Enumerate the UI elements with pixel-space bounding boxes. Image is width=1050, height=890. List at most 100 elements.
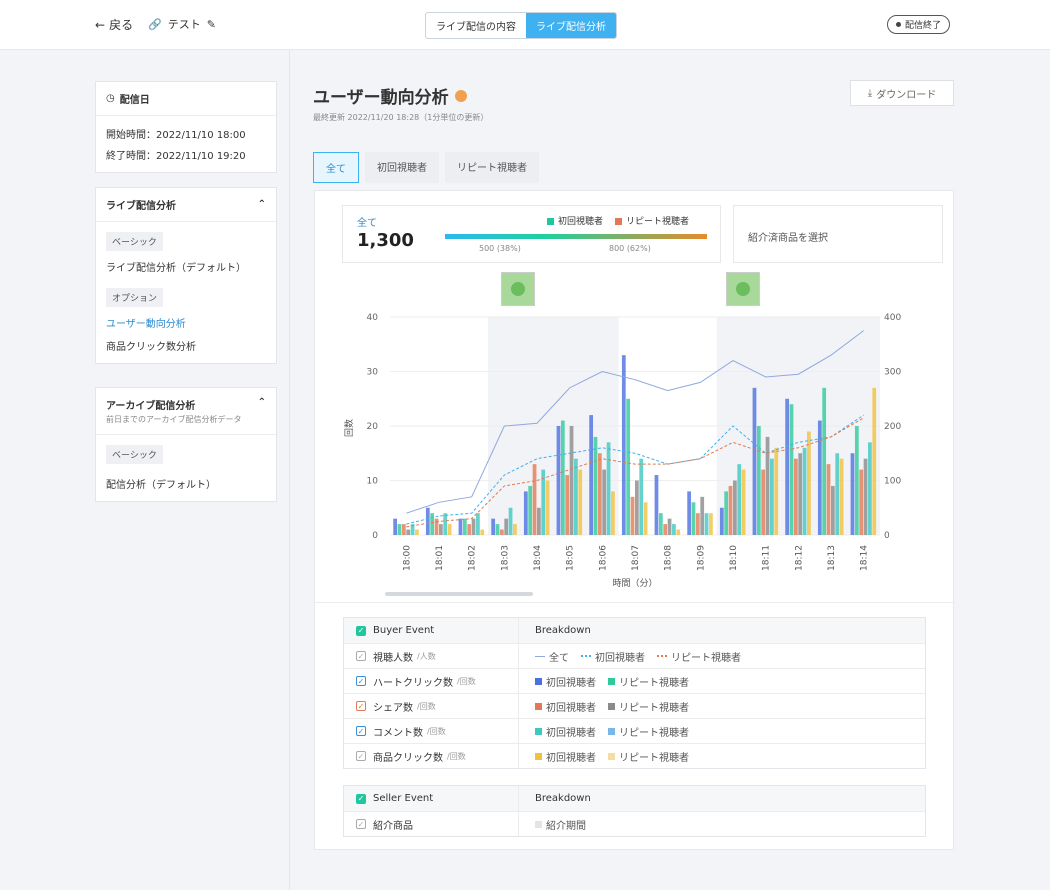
row-unit: /人数 <box>417 651 436 661</box>
row-unit: /回数 <box>457 676 476 686</box>
bar <box>700 496 705 535</box>
chevron-up-icon[interactable]: ⌃ <box>258 199 266 210</box>
bar <box>467 524 472 535</box>
tab-all[interactable]: 全て <box>313 152 359 183</box>
page-title: ユーザー動向分析 <box>313 83 467 108</box>
viewer-share-bar <box>445 234 707 239</box>
bar <box>868 442 872 535</box>
x-tick-label: 18:14 <box>860 545 870 571</box>
back-button[interactable]: ← 戻る <box>95 16 133 33</box>
bar <box>491 518 496 535</box>
bar <box>733 480 737 535</box>
sidebar-item-user-trend[interactable]: ユーザー動向分析 <box>106 315 266 330</box>
date-card-title: ◷ 配信日 <box>106 91 150 106</box>
x-tick-label: 18:04 <box>533 545 543 571</box>
legend-repeat: リピート視聴者 <box>608 674 689 689</box>
archive-analysis-card: アーカイブ配信分析 前日までのアーカイブ配信分析データ ⌃ ベーシック 配信分析… <box>95 387 277 502</box>
bar-swatch <box>608 677 615 685</box>
bar <box>839 458 844 535</box>
y2-axis-label: 人数 <box>919 419 920 437</box>
bar <box>397 524 402 535</box>
bar <box>798 453 803 535</box>
bar <box>430 513 435 535</box>
bar <box>802 447 807 535</box>
bar <box>691 502 696 535</box>
comment-checkbox[interactable]: ✓ <box>356 726 366 736</box>
table-header: ✓ Buyer Event Breakdown <box>344 618 925 643</box>
bar <box>401 524 406 535</box>
bar <box>597 453 602 535</box>
legend-repeat-label: リピート視聴者 <box>626 217 690 227</box>
legend-first-label: 初回視聴者 <box>546 727 596 739</box>
breakdown-header: Breakdown <box>535 625 591 636</box>
status-dot-icon <box>896 22 901 27</box>
bar <box>508 507 513 535</box>
live-analysis-card-header[interactable]: ライブ配信分析 ⌃ <box>96 188 276 222</box>
bar <box>621 355 626 535</box>
bar <box>695 513 700 535</box>
row-label: ハートクリック数 <box>373 677 453 689</box>
heart-click-checkbox[interactable]: ✓ <box>356 676 366 686</box>
y-tick-label: 30 <box>367 368 379 378</box>
bar <box>415 529 419 535</box>
viewers-checkbox[interactable]: ✓ <box>356 651 366 661</box>
bar-swatch <box>535 820 542 828</box>
legend-first-label: 初回視聴者 <box>558 217 604 227</box>
bar <box>462 518 467 535</box>
chevron-up-icon[interactable]: ⌃ <box>258 397 266 408</box>
legend-repeat-label: リピート視聴者 <box>619 727 689 739</box>
product-select[interactable]: 紹介済商品を選択 <box>733 205 943 263</box>
viewer-summary: 全て 1,300 初回視聴者 リピート視聴者 500 (38%) 800 (62… <box>342 205 721 263</box>
edit-icon[interactable]: ✎ <box>207 18 216 31</box>
bar <box>439 524 443 535</box>
legend-repeat: リピート視聴者 <box>657 649 741 664</box>
x-tick-label: 18:00 <box>402 545 412 571</box>
bar <box>560 420 565 535</box>
bar <box>602 469 607 535</box>
legend-repeat: リピート視聴者 <box>608 724 689 739</box>
bar <box>752 387 757 535</box>
select-all-checkbox[interactable]: ✓ <box>356 625 366 636</box>
bar <box>565 475 570 535</box>
legend-first-label: 初回視聴者 <box>546 677 596 689</box>
bar <box>709 513 713 535</box>
event-name-label: テスト <box>167 18 201 31</box>
seller-select-all-checkbox[interactable]: ✓ <box>356 793 366 804</box>
bar <box>663 524 668 535</box>
legend-repeat-label: リピート視聴者 <box>619 702 689 714</box>
buyer-event-table: ✓ Buyer Event Breakdown ✓ 視聴人数/人数 全て 初回視聴者… <box>343 617 926 769</box>
product-click-checkbox[interactable]: ✓ <box>356 751 366 761</box>
tab-repeat-viewers[interactable]: リピート視聴者 <box>445 152 539 183</box>
divider <box>315 602 953 603</box>
bar <box>476 513 480 535</box>
clock-icon: ◷ <box>106 93 115 104</box>
download-button[interactable]: ⤓ ダウンロード <box>850 80 954 106</box>
archive-analysis-card-header[interactable]: アーカイブ配信分析 前日までのアーカイブ配信分析データ ⌃ <box>96 388 276 435</box>
sidebar-item-product-click[interactable]: 商品クリック数分析 <box>106 338 266 353</box>
bar <box>578 469 583 535</box>
user-trend-chart: 010203040010020030040018:00 18:01 18:02 18:… <box>343 313 920 589</box>
page-title-label: ユーザー動向分析 <box>313 88 449 108</box>
row-label: 視聴人数 <box>373 652 413 664</box>
bar <box>724 491 729 535</box>
y2-tick-label: 300 <box>884 368 901 378</box>
x-tick-label: 18:13 <box>827 545 837 571</box>
introduced-product-checkbox[interactable]: ✓ <box>356 819 366 829</box>
bar <box>528 485 533 535</box>
tab-live-content[interactable]: ライブ配信の内容 <box>426 13 526 38</box>
legend-repeat-label: リピート視聴者 <box>619 677 689 689</box>
sidebar-item-archive-default[interactable]: 配信分析（デフォルト） <box>106 476 266 491</box>
tab-live-analysis[interactable]: ライブ配信分析 <box>526 13 616 38</box>
legend-repeat-label: リピート視聴者 <box>619 752 689 764</box>
share-checkbox[interactable]: ✓ <box>356 701 366 711</box>
bar <box>770 458 774 535</box>
legend-repeat-swatch <box>615 218 623 225</box>
bar <box>789 404 794 535</box>
y-tick-label: 40 <box>367 313 379 323</box>
info-icon[interactable] <box>454 89 467 102</box>
y-axis-label: 回数 <box>343 419 355 437</box>
chart-scrollbar[interactable] <box>385 592 533 596</box>
x-tick-label: 18:06 <box>598 545 608 571</box>
tab-first-viewers[interactable]: 初回視聴者 <box>365 152 439 183</box>
sidebar-item-live-default[interactable]: ライブ配信分析（デフォルト） <box>106 259 266 274</box>
